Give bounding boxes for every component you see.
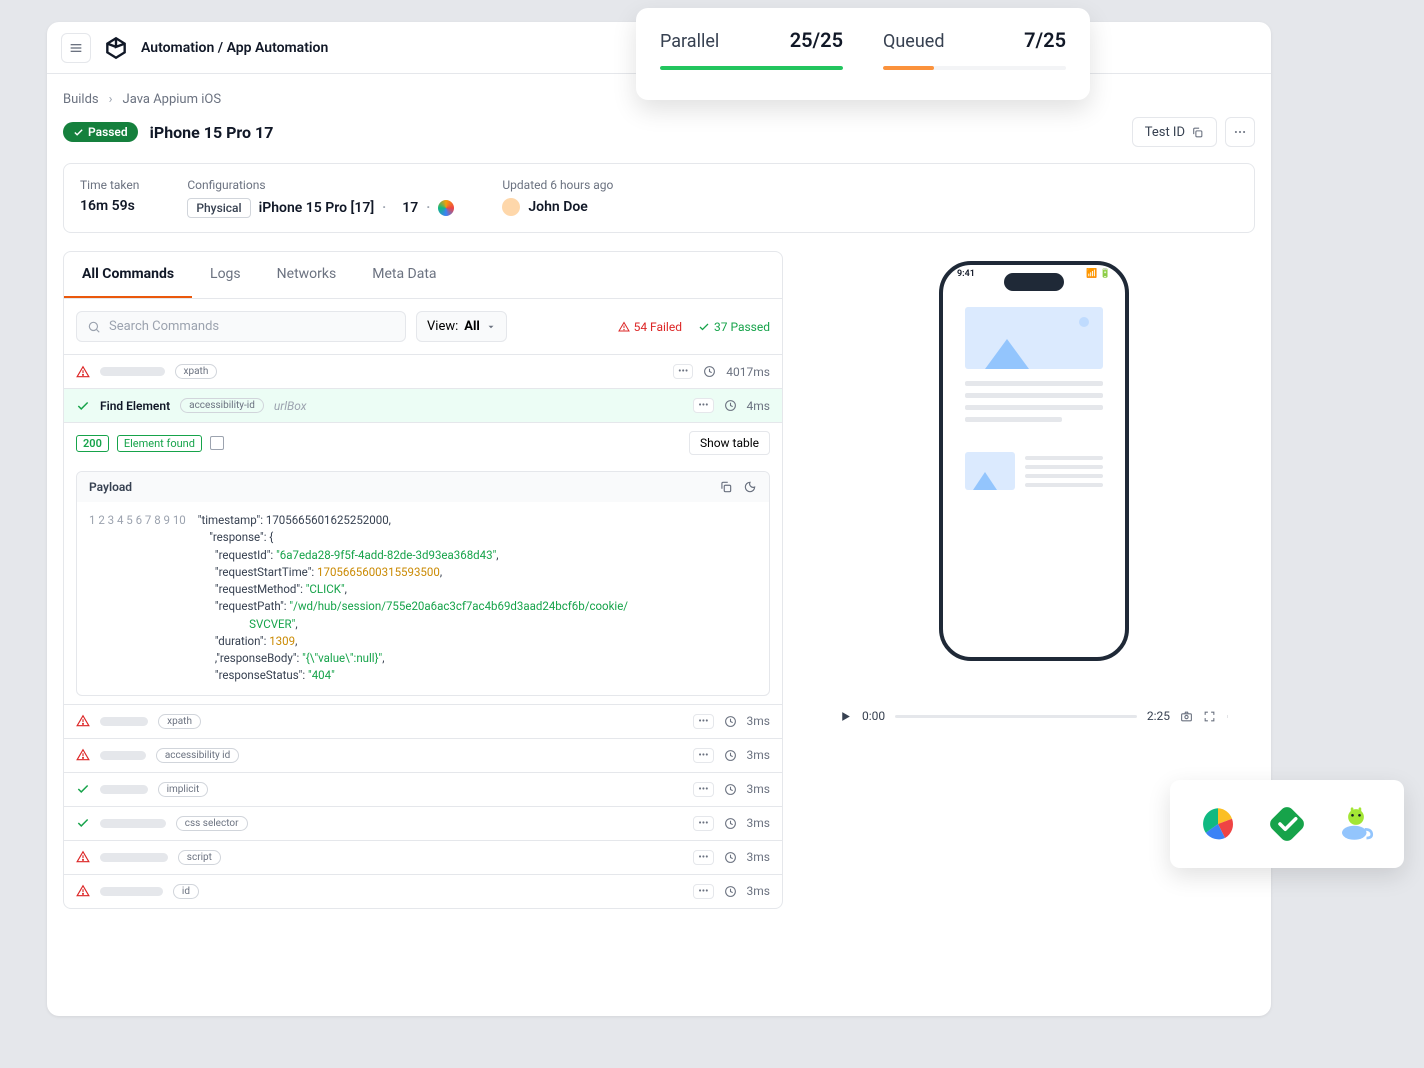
- row-more-icon[interactable]: •••: [693, 816, 713, 831]
- phone-time: 9:41: [957, 269, 975, 279]
- camera-icon[interactable]: [1180, 710, 1193, 723]
- row-more-icon[interactable]: •••: [673, 364, 693, 379]
- device-name: iPhone 15 Pro [17]: [259, 200, 375, 216]
- row-more-icon[interactable]: •••: [693, 714, 713, 729]
- frameworks-card: [1170, 780, 1404, 868]
- breadcrumb: Automation / App Automation: [141, 40, 328, 56]
- view-dropdown[interactable]: View: All: [416, 311, 507, 342]
- chevron-right-icon: ›: [109, 92, 113, 107]
- play-icon[interactable]: [839, 710, 852, 723]
- status-code: 200: [76, 435, 109, 452]
- row-more-icon[interactable]: •••: [693, 748, 713, 763]
- os-version: 17: [402, 200, 418, 216]
- crumb-build-name[interactable]: Java Appium iOS: [123, 92, 222, 107]
- failed-count: 54 Failed: [618, 320, 682, 334]
- command-detail-bar: 200 Element found Show table: [64, 422, 782, 463]
- command-row[interactable]: Find Elementaccessibility-idurlBox•••4ms: [64, 388, 782, 422]
- copy-icon[interactable]: [719, 480, 733, 494]
- row-more-icon[interactable]: •••: [693, 782, 713, 797]
- passed-count: 37 Passed: [698, 320, 770, 334]
- preview-image-placeholder: [965, 307, 1103, 369]
- parallel-value: 25/25: [790, 28, 843, 52]
- test-id-button[interactable]: Test ID: [1132, 117, 1217, 147]
- search-input[interactable]: Search Commands: [76, 311, 406, 342]
- espresso-icon: [1335, 803, 1377, 845]
- phone-signals: 📶 🔋: [1086, 269, 1111, 279]
- command-row[interactable]: accessibility id•••3ms: [64, 738, 782, 772]
- status-badge: Passed: [63, 122, 138, 142]
- queued-value: 7/25: [1024, 28, 1066, 52]
- player-total: 2:25: [1147, 709, 1170, 723]
- command-row[interactable]: implicit•••3ms: [64, 772, 782, 806]
- physical-chip: Physical: [187, 198, 250, 218]
- tab-all-commands[interactable]: All Commands: [64, 252, 192, 298]
- command-row[interactable]: xpath•••4017ms: [64, 354, 782, 388]
- command-row[interactable]: xpath•••3ms: [64, 704, 782, 738]
- avatar: [502, 198, 520, 216]
- parallel-label: Parallel: [660, 31, 719, 52]
- time-taken-label: Time taken: [80, 178, 139, 192]
- player-more-icon[interactable]: [1226, 710, 1229, 723]
- check-icon: [698, 321, 710, 333]
- crumb-builds[interactable]: Builds: [63, 92, 99, 107]
- preview-thumb: [965, 452, 1015, 490]
- tab-meta-data[interactable]: Meta Data: [354, 252, 454, 298]
- appium-icon: [1197, 803, 1239, 845]
- dots-icon: [1233, 125, 1247, 139]
- payload-panel: Payload1 2 3 4 5 6 7 8 9 10 "timestamp":…: [76, 471, 770, 696]
- chevron-down-icon: [486, 322, 496, 332]
- device-preview: 9:41 📶 🔋: [939, 261, 1129, 661]
- tab-logs[interactable]: Logs: [192, 252, 259, 298]
- command-row[interactable]: script•••3ms: [64, 840, 782, 874]
- fullscreen-icon[interactable]: [1203, 710, 1216, 723]
- stats-overlay: Parallel 25/25 Queued 7/25: [636, 8, 1090, 100]
- player-current: 0:00: [862, 709, 885, 723]
- row-more-icon[interactable]: •••: [693, 850, 713, 865]
- video-player: 0:00 2:25: [839, 709, 1229, 723]
- config-label: Configurations: [187, 178, 454, 192]
- turboscale-icon: [438, 200, 454, 216]
- command-row[interactable]: css selector•••3ms: [64, 806, 782, 840]
- tab-networks[interactable]: Networks: [259, 252, 355, 298]
- player-track[interactable]: [895, 715, 1137, 718]
- theme-icon[interactable]: [743, 480, 757, 494]
- payload-title: Payload: [89, 480, 132, 494]
- screenshot-icon[interactable]: [210, 436, 224, 450]
- time-taken-value: 16m 59s: [80, 198, 139, 214]
- copy-icon: [1191, 126, 1204, 139]
- more-button[interactable]: [1225, 117, 1255, 147]
- warning-icon: [618, 321, 630, 333]
- command-row[interactable]: id•••3ms: [64, 874, 782, 908]
- updated-label: Updated 6 hours ago: [502, 178, 613, 192]
- logo-icon: [103, 35, 129, 61]
- row-more-icon[interactable]: •••: [693, 398, 713, 413]
- search-icon: [87, 320, 101, 334]
- page-title: iPhone 15 Pro 17: [150, 123, 274, 142]
- tabs: All CommandsLogsNetworksMeta Data: [64, 252, 782, 299]
- session-info-card: Time taken 16m 59s Configurations Physic…: [63, 163, 1255, 233]
- menu-button[interactable]: [61, 33, 91, 63]
- queued-label: Queued: [883, 31, 944, 52]
- row-more-icon[interactable]: •••: [693, 884, 713, 899]
- xcuitest-icon: [1266, 803, 1308, 845]
- element-found-badge: Element found: [117, 435, 202, 452]
- user-name: John Doe: [528, 199, 587, 215]
- show-table-button[interactable]: Show table: [689, 431, 770, 455]
